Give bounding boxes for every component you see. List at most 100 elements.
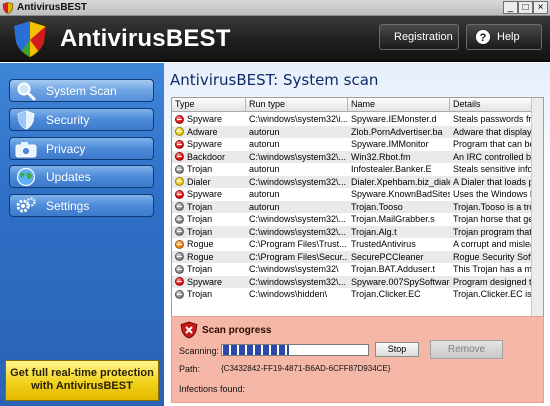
scan-progress-panel: Scan progress Scanning: Stop Remove Path…: [171, 316, 544, 403]
cell-name: Infostealer.Banker.E: [351, 164, 432, 174]
status-icon: [175, 127, 184, 137]
close-button[interactable]: ×: [533, 1, 548, 14]
status-icon: [175, 264, 184, 274]
cell-details: Adware that displays: [453, 126, 537, 137]
sidebar-item-system-scan[interactable]: System Scan: [9, 79, 154, 102]
get-protection-button[interactable]: Get full real-time protection with Antiv…: [5, 360, 159, 401]
cell-name: Spyware.IEMonster.d: [351, 114, 437, 124]
help-button[interactable]: ? Help: [466, 24, 542, 50]
table-row[interactable]: Rogue C:\Program Files\Secur... SecurePCCl…: [172, 250, 543, 264]
app-name: AntivirusBEST: [60, 25, 231, 52]
cell-name: Spyware.007SpySoftware: [351, 276, 450, 287]
scan-progress-bar: [221, 344, 369, 356]
cell-name: Trojan.Alg.t: [351, 226, 397, 237]
cell-run-type: autorun: [249, 164, 280, 174]
cell-run-type: C:\windows\system32\...: [249, 214, 347, 224]
cell-run-type: autorun: [249, 126, 280, 137]
sidebar-item-privacy[interactable]: Privacy: [9, 137, 154, 160]
help-label: Help: [497, 31, 520, 43]
registration-button[interactable]: Registration: [379, 24, 459, 50]
minimize-button[interactable]: _: [503, 1, 518, 14]
type-text: Spyware: [187, 276, 223, 287]
table-row[interactable]: Adware autorun Zlob.PornAdvertiser.ba Adwar…: [172, 125, 543, 139]
cell-type: Rogue: [172, 251, 246, 264]
type-text: Trojan: [187, 226, 213, 237]
cell-type: Spyware: [172, 276, 246, 289]
table-row[interactable]: Spyware C:\windows\system32\i... Spyware.I…: [172, 113, 543, 126]
cell-run-type: C:\Program Files\Secur...: [249, 251, 348, 262]
table-row[interactable]: Spyware autorun Spyware.IMMonitor Program t…: [172, 138, 543, 151]
sidebar-item-settings[interactable]: Settings: [9, 194, 154, 217]
cell-type: Spyware: [172, 188, 246, 201]
svg-text:?: ?: [480, 32, 487, 44]
type-text: Adware: [187, 126, 218, 137]
type-text: Dialer: [187, 176, 211, 187]
shield-icon: [13, 109, 39, 130]
type-text: Trojan: [187, 264, 213, 275]
cell-type: Adware: [172, 126, 246, 139]
table-row[interactable]: Trojan C:\windows\system32\... Trojan.Alg.…: [172, 225, 543, 238]
cell-type: Trojan: [172, 263, 246, 276]
status-icon: [175, 177, 184, 187]
cell-details: Trojan.Tooso is a tro: [453, 201, 535, 212]
cell-name: Trojan.Clicker.EC: [351, 289, 421, 299]
column-header-type[interactable]: Type: [172, 98, 246, 112]
table-row[interactable]: Trojan C:\windows\system32\... Trojan.Mail…: [172, 213, 543, 226]
table-row[interactable]: Backdoor C:\windows\system32\... Win32.Rbo…: [172, 150, 543, 164]
type-text: Rogue: [187, 251, 214, 262]
cell-run-type: C:\windows\system32\i...: [249, 114, 348, 124]
scan-progress-title: Scan progress: [202, 325, 272, 336]
table-header: Type Run type Name Details: [172, 98, 543, 112]
path-label: Path:: [179, 364, 201, 374]
column-header-run-type[interactable]: Run type: [246, 98, 348, 112]
cell-name: Dialer.Xpehbam.biz_dialer: [351, 176, 450, 187]
table-row[interactable]: Trojan C:\windows\hidden\ Trojan.Clicker.E…: [172, 288, 543, 301]
cell-name: Trojan.Tooso: [351, 201, 403, 212]
cell-name: Win32.Rbot.fm: [351, 151, 411, 162]
type-text: Trojan: [187, 289, 213, 300]
table-row[interactable]: Spyware C:\windows\system32\... Spyware.00…: [172, 275, 543, 289]
sidebar-item-updates[interactable]: Updates: [9, 165, 154, 188]
registration-label: Registration: [394, 31, 453, 43]
cell-details: Trojan horse that ge: [453, 214, 534, 224]
table-row[interactable]: Rogue C:\Program Files\Trust... TrustedAnt…: [172, 238, 543, 251]
sidebar-item-security[interactable]: Security: [9, 108, 154, 131]
column-header-details[interactable]: Details: [450, 98, 543, 112]
stop-button[interactable]: Stop: [375, 342, 419, 357]
cell-run-type: C:\windows\system32\...: [249, 176, 347, 187]
cell-run-type: C:\windows\system32\...: [249, 151, 347, 162]
cell-details: Trojan.Clicker.EC is a: [453, 289, 540, 299]
cell-run-type: C:\Program Files\Trust...: [249, 239, 347, 249]
cell-name: TrustedAntivirus: [351, 239, 416, 249]
table-row[interactable]: Spyware autorun Spyware.KnownBadSites Uses …: [172, 188, 543, 201]
cell-name: SecurePCCleaner: [351, 251, 424, 262]
remove-button[interactable]: Remove: [430, 340, 503, 359]
status-icon: [175, 139, 184, 149]
table-row[interactable]: Trojan autorun Infostealer.Banker.E Steals …: [172, 163, 543, 176]
cell-run-type: C:\windows\system32\...: [249, 226, 347, 237]
maximize-button[interactable]: □: [518, 1, 533, 14]
cell-type: Trojan: [172, 201, 246, 214]
table-row[interactable]: Dialer C:\windows\system32\... Dialer.Xpeh…: [172, 175, 543, 188]
cell-type: Trojan: [172, 163, 246, 176]
cell-type: Trojan: [172, 213, 246, 226]
status-icon: [175, 277, 184, 287]
cell-details: An IRC controlled ba: [453, 151, 537, 162]
type-text: Rogue: [187, 239, 214, 250]
status-icon: [175, 189, 184, 199]
sidebar-item-label: Settings: [46, 198, 90, 213]
cell-details: Steals sensitive infor: [453, 164, 536, 174]
cell-run-type: C:\windows\system32\: [249, 264, 339, 274]
cell-run-type: C:\windows\hidden\: [249, 289, 328, 299]
main-panel: AntivirusBEST: System scan Type Run type…: [164, 63, 550, 406]
help-icon: ?: [476, 30, 490, 44]
table-row[interactable]: Trojan C:\windows\system32\ Trojan.BAT.Add…: [172, 263, 543, 276]
cell-details: Trojan program that: [453, 226, 532, 237]
cell-details: Program designed to: [453, 276, 537, 287]
table-row[interactable]: Trojan autorun Trojan.Tooso Trojan.Tooso is…: [172, 200, 543, 214]
sidebar-item-label: Privacy: [46, 141, 86, 156]
cell-type: Backdoor: [172, 151, 246, 164]
column-header-name[interactable]: Name: [348, 98, 450, 112]
type-text: Trojan: [187, 214, 213, 225]
type-text: Trojan: [187, 201, 213, 212]
